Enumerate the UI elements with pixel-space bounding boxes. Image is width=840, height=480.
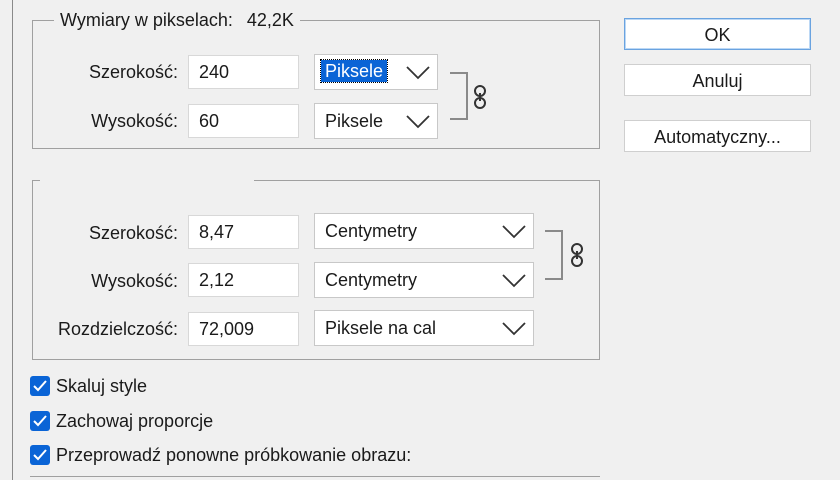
pixel-height-input[interactable] (188, 104, 299, 138)
chevron-down-icon (502, 274, 526, 288)
doc-width-unit-select[interactable]: Centymetry (314, 213, 534, 249)
chain-link-icon[interactable] (569, 242, 585, 268)
pixel-constrain-bracket (450, 72, 468, 120)
doc-height-label: Wysokość: (91, 271, 178, 291)
chevron-down-icon (502, 225, 526, 239)
dialog-left-edge (12, 0, 13, 480)
pixel-dimensions-size: 42,2K (246, 10, 294, 30)
doc-width-unit-value: Centymetry (325, 221, 418, 241)
scale-styles-label: Skaluj style (56, 376, 148, 396)
doc-width-input[interactable] (188, 215, 299, 249)
pixel-width-unit-select[interactable]: Piksele (314, 54, 438, 90)
pixel-width-input[interactable] (188, 55, 299, 89)
doc-height-unit-select[interactable]: Centymetry (314, 262, 534, 298)
resolution-unit-select[interactable]: Piksele na cal (314, 310, 534, 346)
pixel-height-unit-select[interactable]: Piksele (314, 103, 438, 139)
chevron-down-icon (406, 66, 430, 80)
doc-constrain-bracket (545, 230, 563, 280)
resolution-label: Rozdzielczość: (57, 319, 178, 339)
doc-height-input[interactable] (188, 263, 299, 297)
doc-width-label: Szerokość: (88, 223, 178, 243)
pixel-dimensions-title: Wymiary w pikselach: (60, 10, 233, 30)
constrain-proportions-label: Zachowaj proporcje (56, 411, 214, 431)
pixel-height-label: Wysokość: (91, 111, 178, 131)
pixel-dimensions-legend: Wymiary w pikselach: 42,2K (54, 9, 300, 31)
pixel-width-unit-value: Piksele (319, 59, 389, 83)
check-icon (33, 449, 47, 461)
resample-select-edge (30, 476, 600, 477)
checkbox-checked[interactable] (30, 376, 50, 396)
pixel-width-label: Szerokość: (88, 62, 178, 82)
resolution-unit-value: Piksele na cal (325, 318, 437, 338)
checkbox-checked[interactable] (30, 411, 50, 431)
document-size-legend (40, 170, 254, 190)
check-icon (33, 380, 47, 392)
resolution-input[interactable] (188, 312, 299, 346)
doc-height-unit-value: Centymetry (325, 270, 418, 290)
checkbox-checked[interactable] (30, 445, 50, 465)
chain-link-icon[interactable] (472, 84, 488, 110)
pixel-height-unit-value: Piksele (325, 111, 384, 131)
resample-label: Przeprowadź ponowne próbkowanie obrazu: (56, 445, 412, 465)
check-icon (33, 415, 47, 427)
ok-button[interactable]: OK (624, 18, 811, 50)
cancel-button[interactable]: Anuluj (624, 64, 811, 96)
chevron-down-icon (502, 322, 526, 336)
auto-button[interactable]: Automatyczny... (624, 120, 811, 152)
chevron-down-icon (406, 115, 430, 129)
